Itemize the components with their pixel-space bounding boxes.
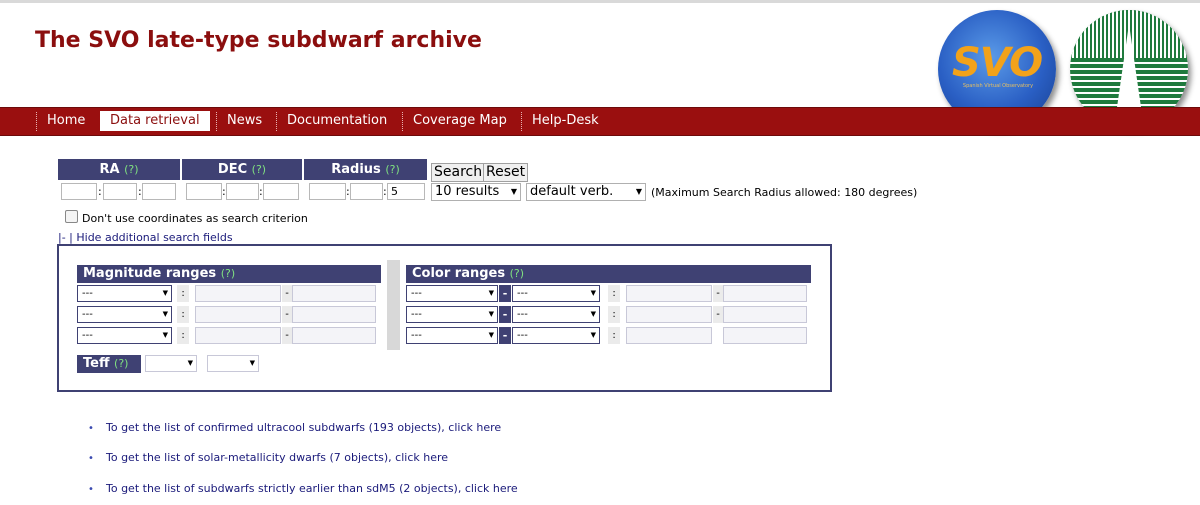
teff-max-select[interactable]: ▼ — [207, 355, 259, 372]
color-band2-select[interactable]: --- ▼ — [512, 285, 600, 302]
magnitude-band-select[interactable]: --- ▼ — [77, 306, 172, 323]
color-dash: - — [499, 327, 511, 344]
chevron-down-icon: ▼ — [590, 310, 596, 318]
magnitude-ranges-header: Magnitude ranges (?) — [77, 265, 381, 283]
color-band2-select[interactable]: --- ▼ — [512, 306, 600, 323]
radius-degrees-input[interactable] — [309, 183, 346, 200]
chevron-down-icon: ▼ — [488, 331, 494, 339]
ra-minutes-input[interactable] — [103, 183, 137, 200]
magnitude-max-input[interactable] — [292, 327, 376, 344]
magnitude-min-input[interactable] — [195, 306, 281, 323]
radius-seconds-input[interactable]: 5 — [387, 183, 425, 200]
magnitude-min-input[interactable] — [195, 327, 281, 344]
panel-divider — [387, 260, 400, 350]
magnitude-max-input[interactable] — [292, 306, 376, 323]
radius-header: Radius (?) — [304, 159, 427, 180]
magnitude-min-input[interactable] — [195, 285, 281, 302]
chevron-down-icon: ▼ — [635, 187, 642, 196]
chevron-down-icon: ▼ — [187, 359, 193, 367]
top-border — [0, 0, 1200, 3]
magnitude-dash: - — [282, 306, 292, 323]
color-min-input[interactable] — [626, 327, 712, 344]
color-help-link[interactable]: (?) — [510, 267, 524, 280]
bullet-icon: • — [88, 453, 94, 464]
color-range-dash: - — [713, 285, 723, 302]
svo-logo-subtext: Spanish Virtual Observatory — [962, 83, 1034, 89]
magnitude-colon: : — [177, 285, 189, 302]
ra-seconds-input[interactable] — [142, 183, 176, 200]
bullet-icon: • — [88, 423, 94, 434]
magnitude-dash: - — [282, 327, 292, 344]
chevron-down-icon: ▼ — [510, 187, 517, 196]
chevron-down-icon: ▼ — [162, 310, 168, 318]
color-max-input[interactable] — [723, 285, 807, 302]
checkbox-icon[interactable] — [65, 210, 78, 223]
teff-help-link[interactable]: (?) — [114, 357, 128, 370]
dec-header: DEC (?) — [182, 159, 302, 180]
chevron-down-icon: ▼ — [590, 289, 596, 297]
verbosity-select[interactable]: default verb. ▼ — [526, 183, 646, 201]
magnitude-dash: - — [282, 285, 292, 302]
ra-header: RA (?) — [58, 159, 180, 180]
dec-minutes-input[interactable] — [226, 183, 259, 200]
color-max-input[interactable] — [723, 306, 807, 323]
dec-degrees-input[interactable] — [186, 183, 222, 200]
chevron-down-icon: ▼ — [162, 289, 168, 297]
nav-item-home[interactable]: Home — [37, 111, 95, 131]
color-ranges-header: Color ranges (?) — [406, 265, 811, 283]
chevron-down-icon: ▼ — [590, 331, 596, 339]
nav-item-coverage-map[interactable]: Coverage Map — [403, 111, 517, 131]
magnitude-colon: : — [177, 306, 189, 323]
search-button[interactable]: Search — [431, 163, 486, 182]
list-item[interactable]: • To get the list of subdwarfs strictly e… — [88, 482, 518, 495]
max-radius-note: (Maximum Search Radius allowed: 180 degr… — [651, 186, 918, 199]
nav-item-help-desk[interactable]: Help-Desk — [522, 111, 609, 131]
nav-item-documentation[interactable]: Documentation — [277, 111, 397, 131]
magnitude-max-input[interactable] — [292, 285, 376, 302]
dec-help-link[interactable]: (?) — [252, 163, 266, 176]
color-colon: : — [608, 306, 620, 323]
color-range-dash: - — [713, 306, 723, 323]
main-navigation: Home Data retrieval News Documentation C… — [0, 107, 1200, 136]
radius-help-link[interactable]: (?) — [385, 163, 399, 176]
radius-minutes-input[interactable] — [350, 183, 383, 200]
teff-header: Teff (?) — [77, 355, 141, 373]
teff-min-select[interactable]: ▼ — [145, 355, 197, 372]
color-band2-select[interactable]: --- ▼ — [512, 327, 600, 344]
list-item[interactable]: • To get the list of solar-metallicity dw… — [88, 451, 448, 464]
color-band1-select[interactable]: --- ▼ — [406, 306, 498, 323]
ra-help-link[interactable]: (?) — [124, 163, 138, 176]
magnitude-band-select[interactable]: --- ▼ — [77, 327, 172, 344]
color-colon: : — [608, 327, 620, 344]
magnitude-help-link[interactable]: (?) — [221, 267, 235, 280]
chevron-down-icon: ▼ — [249, 359, 255, 367]
color-dash: - — [499, 285, 511, 302]
results-select[interactable]: 10 results ▼ — [431, 183, 521, 201]
chevron-down-icon: ▼ — [162, 331, 168, 339]
color-min-input[interactable] — [626, 306, 712, 323]
bullet-icon: • — [88, 484, 94, 495]
color-max-input[interactable] — [723, 327, 807, 344]
nav-item-news[interactable]: News — [217, 111, 272, 131]
chevron-down-icon: ▼ — [488, 289, 494, 297]
color-band1-select[interactable]: --- ▼ — [406, 327, 498, 344]
ra-colon: : — [98, 185, 102, 198]
list-item[interactable]: • To get the list of confirmed ultracool … — [88, 421, 501, 434]
chevron-down-icon: ▼ — [488, 310, 494, 318]
svo-logo-text: SVO — [952, 40, 1043, 86]
magnitude-band-select[interactable]: --- ▼ — [77, 285, 172, 302]
dec-seconds-input[interactable] — [263, 183, 299, 200]
color-min-input[interactable] — [626, 285, 712, 302]
nav-item-data-retrieval[interactable]: Data retrieval — [100, 111, 210, 131]
no-coords-label: Don't use coordinates as search criterio… — [82, 212, 308, 225]
color-band1-select[interactable]: --- ▼ — [406, 285, 498, 302]
color-dash: - — [499, 306, 511, 323]
color-colon: : — [608, 285, 620, 302]
site-title: The SVO late-type subdwarf archive — [35, 28, 482, 53]
magnitude-colon: : — [177, 327, 189, 344]
ra-hours-input[interactable] — [61, 183, 97, 200]
hide-fields-link[interactable]: |- | Hide additional search fields — [58, 231, 233, 244]
reset-button[interactable]: Reset — [483, 163, 529, 182]
